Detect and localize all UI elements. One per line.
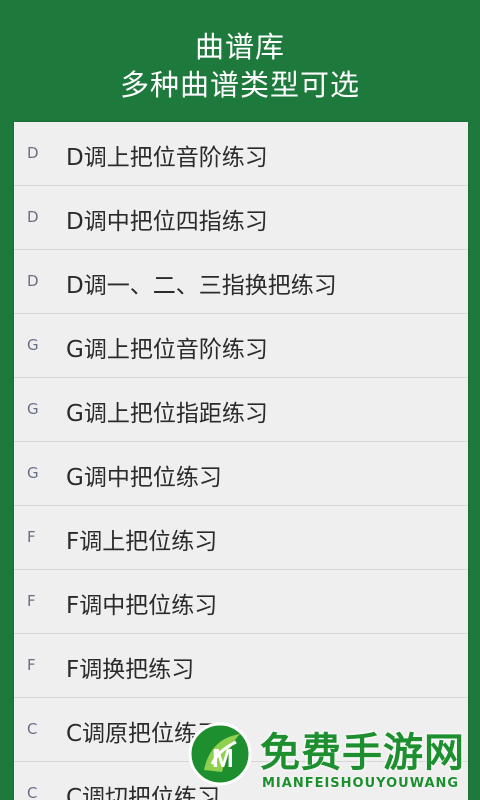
list-item[interactable]: G G调上把位音阶练习 bbox=[14, 314, 468, 378]
watermark-logo-icon: M bbox=[188, 722, 252, 786]
score-list: D D调上把位音阶练习 D D调中把位四指练习 D D调一、二、三指换把练习 G… bbox=[14, 122, 468, 800]
index-letter: F bbox=[27, 528, 36, 546]
list-item-label: F调换把练习 bbox=[66, 657, 195, 683]
list-item-label: G调上把位音阶练习 bbox=[66, 337, 268, 363]
page-subtitle: 多种曲谱类型可选 bbox=[119, 68, 360, 102]
index-letter: C bbox=[27, 720, 38, 738]
index-letter: C bbox=[27, 784, 38, 800]
watermark-text: 免费手游网 bbox=[260, 730, 465, 776]
list-item[interactable]: G G调上把位指距练习 bbox=[14, 378, 468, 442]
list-item[interactable]: D D调上把位音阶练习 bbox=[14, 122, 468, 186]
index-letter: D bbox=[27, 144, 39, 162]
list-item-label: G调中把位练习 bbox=[66, 465, 222, 491]
index-letter: G bbox=[27, 464, 39, 482]
index-letter: F bbox=[27, 592, 36, 610]
page-title: 曲谱库 bbox=[194, 30, 285, 64]
list-item[interactable]: D D调中把位四指练习 bbox=[14, 186, 468, 250]
header: 曲谱库 多种曲谱类型可选 bbox=[0, 0, 480, 122]
list-item[interactable]: G G调中把位练习 bbox=[14, 442, 468, 506]
list-item-label: D调一、二、三指换把练习 bbox=[66, 273, 337, 299]
list-item-label: F调中把位练习 bbox=[66, 593, 218, 619]
index-letter: D bbox=[27, 208, 39, 226]
index-letter: D bbox=[27, 272, 39, 290]
list-item[interactable]: F F调中把位练习 bbox=[14, 570, 468, 634]
index-letter: G bbox=[27, 400, 39, 418]
list-item-label: G调上把位指距练习 bbox=[66, 401, 268, 427]
index-letter: G bbox=[27, 336, 39, 354]
list-item-label: D调上把位音阶练习 bbox=[66, 145, 268, 171]
watermark: M 免费手游网 MIANFEISHOUYOUWANG bbox=[182, 712, 478, 800]
list-item-label: D调中把位四指练习 bbox=[66, 209, 268, 235]
list-item[interactable]: F F调换把练习 bbox=[14, 634, 468, 698]
list-item[interactable]: F F调上把位练习 bbox=[14, 506, 468, 570]
list-item-label: F调上把位练习 bbox=[66, 529, 218, 555]
list-item[interactable]: D D调一、二、三指换把练习 bbox=[14, 250, 468, 314]
index-letter: F bbox=[27, 656, 36, 674]
watermark-subtext: MIANFEISHOUYOUWANG bbox=[262, 776, 460, 791]
svg-text:M: M bbox=[212, 743, 234, 773]
